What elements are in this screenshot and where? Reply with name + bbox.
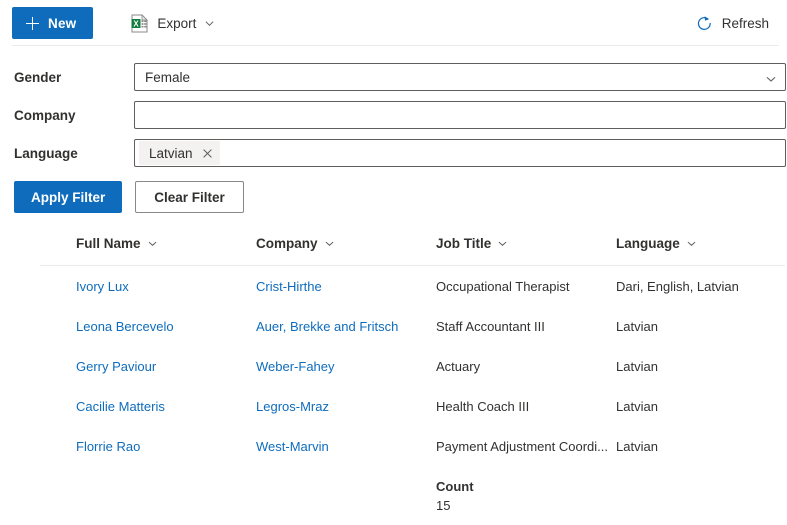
chevron-down-icon xyxy=(498,239,507,248)
cell-company: West-Marvin xyxy=(256,426,436,466)
cell-language: Latvian xyxy=(616,306,785,346)
cell-language: Latvian xyxy=(616,346,785,386)
cell-company: Weber-Fahey xyxy=(256,346,436,386)
toolbar: New X Export xyxy=(0,0,787,46)
refresh-button[interactable]: Refresh xyxy=(690,11,775,36)
cell-job-title: Payment Adjustment Coordi... xyxy=(436,426,616,466)
export-button[interactable]: X Export xyxy=(127,10,218,37)
chevron-down-icon xyxy=(687,239,696,248)
column-header-job-title[interactable]: Job Title xyxy=(436,236,616,266)
column-header-label: Language xyxy=(616,236,680,251)
full-name-link[interactable]: Cacilie Matteris xyxy=(76,399,165,414)
footer-spacer xyxy=(616,466,785,525)
filter-row-company: Company xyxy=(0,96,787,134)
excel-file-icon: X xyxy=(131,14,148,33)
cell-full-name: Leona Bercevelo xyxy=(40,306,256,346)
table-header-row: Full Name Company xyxy=(40,236,785,266)
cell-full-name: Florrie Rao xyxy=(40,426,256,466)
full-name-link[interactable]: Leona Bercevelo xyxy=(76,319,174,334)
full-name-link[interactable]: Gerry Paviour xyxy=(76,359,156,374)
cell-company: Legros-Mraz xyxy=(256,386,436,426)
plus-icon xyxy=(26,17,39,30)
company-input[interactable] xyxy=(134,101,786,129)
column-header-label: Job Title xyxy=(436,236,491,251)
filter-panel: Gender Female Company Language Latvian A… xyxy=(0,46,787,213)
new-button[interactable]: New xyxy=(12,7,93,39)
cell-company: Crist-Hirthe xyxy=(256,266,436,307)
language-input[interactable]: Latvian xyxy=(134,139,786,167)
table-row: Cacilie Matteris Legros-Mraz Health Coac… xyxy=(40,386,785,426)
chevron-down-icon xyxy=(148,239,157,248)
company-link[interactable]: Crist-Hirthe xyxy=(256,279,322,294)
remove-tag-icon[interactable] xyxy=(202,148,212,158)
count-label: Count xyxy=(436,479,616,494)
footer-spacer xyxy=(40,466,256,525)
company-link[interactable]: Legros-Mraz xyxy=(256,399,329,414)
column-header-label: Company xyxy=(256,236,318,251)
table-row: Florrie Rao West-Marvin Payment Adjustme… xyxy=(40,426,785,466)
cell-full-name: Gerry Paviour xyxy=(40,346,256,386)
cell-job-title: Staff Accountant III xyxy=(436,306,616,346)
language-label: Language xyxy=(0,146,134,161)
company-link[interactable]: Auer, Brekke and Fritsch xyxy=(256,319,398,334)
table-body: Ivory Lux Crist-Hirthe Occupational Ther… xyxy=(40,266,785,525)
gender-label: Gender xyxy=(0,70,134,85)
cell-full-name: Cacilie Matteris xyxy=(40,386,256,426)
language-tag-label: Latvian xyxy=(149,146,193,161)
table-header: Full Name Company xyxy=(40,236,785,266)
table-row: Ivory Lux Crist-Hirthe Occupational Ther… xyxy=(40,266,785,307)
gender-select[interactable]: Female xyxy=(134,63,786,91)
table-row: Leona Bercevelo Auer, Brekke and Fritsch… xyxy=(40,306,785,346)
filter-row-gender: Gender Female xyxy=(0,58,787,96)
count-footer: Count 15 xyxy=(436,466,616,525)
toolbar-divider xyxy=(12,45,779,46)
company-link[interactable]: Weber-Fahey xyxy=(256,359,335,374)
cell-language: Latvian xyxy=(616,426,785,466)
column-header-company[interactable]: Company xyxy=(256,236,436,266)
filter-actions: Apply Filter Clear Filter xyxy=(0,172,787,213)
gender-value: Female xyxy=(145,70,190,85)
results-table-container: Full Name Company xyxy=(40,236,787,525)
column-header-language[interactable]: Language xyxy=(616,236,785,266)
cell-job-title: Health Coach III xyxy=(436,386,616,426)
column-header-label: Full Name xyxy=(76,236,141,251)
clear-filter-button[interactable]: Clear Filter xyxy=(135,181,244,213)
filter-row-language: Language Latvian xyxy=(0,134,787,172)
chevron-down-icon xyxy=(325,239,334,248)
cell-company: Auer, Brekke and Fritsch xyxy=(256,306,436,346)
cell-language: Dari, English, Latvian xyxy=(616,266,785,307)
table-footer-row: Count 15 xyxy=(40,466,785,525)
chevron-down-icon xyxy=(766,72,776,82)
refresh-icon xyxy=(696,15,713,32)
cell-job-title: Occupational Therapist xyxy=(436,266,616,307)
cell-language: Latvian xyxy=(616,386,785,426)
export-button-label: Export xyxy=(157,16,196,31)
svg-text:X: X xyxy=(134,19,140,28)
company-label: Company xyxy=(0,108,134,123)
chevron-down-icon xyxy=(205,19,214,28)
full-name-link[interactable]: Ivory Lux xyxy=(76,279,129,294)
results-table: Full Name Company xyxy=(40,236,785,525)
column-header-full-name[interactable]: Full Name xyxy=(40,236,256,266)
footer-spacer xyxy=(256,466,436,525)
apply-filter-button[interactable]: Apply Filter xyxy=(14,181,122,213)
cell-job-title: Actuary xyxy=(436,346,616,386)
new-button-label: New xyxy=(48,16,76,31)
table-row: Gerry Paviour Weber-Fahey Actuary Latvia… xyxy=(40,346,785,386)
full-name-link[interactable]: Florrie Rao xyxy=(76,439,140,454)
company-link[interactable]: West-Marvin xyxy=(256,439,329,454)
refresh-button-label: Refresh xyxy=(722,16,769,31)
language-tag: Latvian xyxy=(139,141,220,165)
cell-full-name: Ivory Lux xyxy=(40,266,256,307)
count-value: 15 xyxy=(436,498,616,513)
